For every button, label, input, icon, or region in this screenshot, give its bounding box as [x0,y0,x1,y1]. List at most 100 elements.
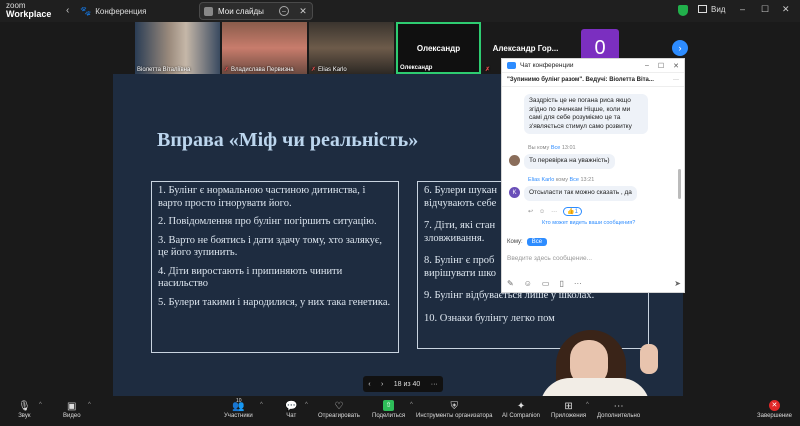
microphone-icon: 🎙 [18,401,31,412]
reply-icon[interactable]: ↩ [528,208,533,215]
participant-center-name: Олександр [416,43,461,53]
conference-tab[interactable]: 🐾 Конференция [80,4,146,18]
next-slide-icon[interactable]: › [381,381,383,388]
react-button[interactable]: ♡ Отреагировать [318,400,360,419]
message-actions: ↩ ☺ ··· 👍1 [528,207,582,216]
chat-subtitle: "Зупинимо булінг разом". Ведучі: Віолетт… [507,76,654,83]
minimize-icon[interactable]: – [645,62,649,70]
share-arrow-icon: ⇧ [383,400,395,411]
top-bar: zoom Workplace ‹ 🐾 Конференция Мои слайд… [0,0,800,22]
security-shield-icon[interactable] [678,5,688,16]
emoji-icon[interactable]: ☺ [524,279,532,288]
my-slides-pill[interactable]: Мои слайды – ✕ [199,2,313,20]
who-can-see-link[interactable]: Кто может видеть ваши сообщения? [542,220,635,226]
participant-name-row: ✗ Elias Karlo [311,66,347,73]
participant-name: Олександр [400,65,433,71]
send-icon[interactable]: ➤ [674,279,681,288]
view-button[interactable]: Вид [698,5,725,14]
grid-icon [698,5,707,13]
close-slides-icon[interactable]: ✕ [298,6,308,16]
brand-bottom: Workplace [6,9,52,19]
screenshot-icon[interactable]: ▭ [542,279,550,288]
audio-button[interactable]: 🎙 Звук [18,400,31,419]
more-icon[interactable]: ··· [551,209,557,215]
window-maximize-icon[interactable]: ☐ [761,4,769,15]
more-icon[interactable]: ··· [574,279,582,288]
muted-mic-icon: ✗ [485,67,491,73]
sparkle-icon: ✦ [516,401,526,412]
avatar [509,155,520,166]
heart-icon: ♡ [334,401,344,412]
more-button[interactable]: ⋯ Дополнительно [597,400,640,419]
recipient-select[interactable]: Все [526,238,548,246]
paw-icon: 🐾 [80,5,92,16]
statements-box-left: 1. Булінг є нормальною частиною дитинств… [151,181,399,353]
back-icon[interactable]: ‹ [66,5,69,16]
minimize-slides-icon[interactable]: – [279,6,289,16]
meta-from: Elias Karlo [528,177,555,183]
chat-subheader: "Зупинимо булінг разом". Ведучі: Віолетт… [502,73,684,87]
end-call-icon: ✕ [768,400,780,411]
chat-tools: ✎ ☺ ▭ ▯ ··· ➤ [507,279,681,288]
apps-button[interactable]: ⊞ Приложения [551,400,586,419]
meta-to: Все [550,145,561,151]
participant-tile-active[interactable]: Олександр Олександр [396,22,481,74]
more-icon: ⋯ [613,401,624,412]
pager-more-icon[interactable]: ··· [431,381,438,388]
video-label: Видео [63,413,81,419]
file-icon[interactable]: ▯ [559,279,563,288]
message-meta: Вы кому Все 13:01 [528,145,576,151]
reaction-pill[interactable]: 👍1 [563,207,582,216]
apps-caret-icon[interactable]: ^ [586,402,589,408]
participants-caret-icon[interactable]: ^ [260,402,263,408]
chat-scrollbar[interactable] [678,169,681,199]
meta-time: 13:21 [578,177,595,183]
audio-caret-icon[interactable]: ^ [39,402,42,408]
slide-counter: 18 из 40 [393,380,421,388]
format-icon[interactable]: ✎ [507,279,514,288]
zoom-chat-icon [507,62,516,69]
more-icon[interactable]: ··· [673,77,679,83]
emoji-icon[interactable]: ☺ [539,209,545,215]
statement: 5. Булери такими і народилися, у них так… [158,296,391,308]
video-caret-icon[interactable]: ^ [88,402,91,408]
participant-tile[interactable]: Віолетта Віталіївна [135,22,220,74]
chat-label: Чат [286,413,297,419]
statement: 3. Варто не боятись і дати здачу тому, х… [158,234,383,259]
chat-caret-icon[interactable]: ^ [305,402,308,408]
participant-tile[interactable]: ✗ Elias Karlo [309,22,394,74]
slides-label: Мои слайды [218,6,264,16]
window-close-icon[interactable]: ✕ [782,4,790,15]
participants-button[interactable]: 👥 Участники 10 [224,398,253,419]
host-tools-button[interactable]: ⛨ Инструменты организатора [416,400,492,419]
ai-label: AI Companion [502,413,541,419]
more-label: Дополнительно [597,413,641,419]
view-label: Вид [711,5,726,14]
meta-mid: кому [554,177,570,183]
message-input[interactable]: Введите здесь сообщение... [507,255,667,262]
end-button[interactable]: ✕ Завершение [757,400,792,419]
conference-label: Конференция [95,6,147,16]
chat-message: Заздрість це не погана риса якщо згідно … [524,94,648,134]
maximize-icon[interactable]: ☐ [658,62,664,70]
chat-button[interactable]: 💬 Чат [285,400,297,419]
presenter-hand [640,344,658,374]
prev-slide-icon[interactable]: ‹ [368,381,370,388]
meta-time: 13:01 [560,145,576,151]
share-caret-icon[interactable]: ^ [410,402,413,408]
presenter-video[interactable] [526,322,666,396]
chat-message: Отсыласти так можно сказать , да [524,186,637,201]
react-label: Отреагировать [318,413,360,419]
presenter-body [540,378,650,396]
ai-companion-button[interactable]: ✦ AI Companion [502,400,540,419]
window-minimize-icon[interactable]: – [740,4,745,14]
recipient-row: Кому: Все [507,238,548,246]
close-icon[interactable]: ✕ [673,62,679,70]
share-button[interactable]: ⇧ Поделиться [372,400,405,419]
participant-name-row: ✗ Владислава Первизна [224,66,294,73]
participant-tile[interactable]: ✗ Владислава Первизна [222,22,307,74]
video-button[interactable]: ▣ Видео [63,400,81,419]
next-participants-button[interactable]: › [672,40,688,56]
chat-message: То перевірка на уважність) [524,154,615,169]
avatar: K [509,187,520,198]
